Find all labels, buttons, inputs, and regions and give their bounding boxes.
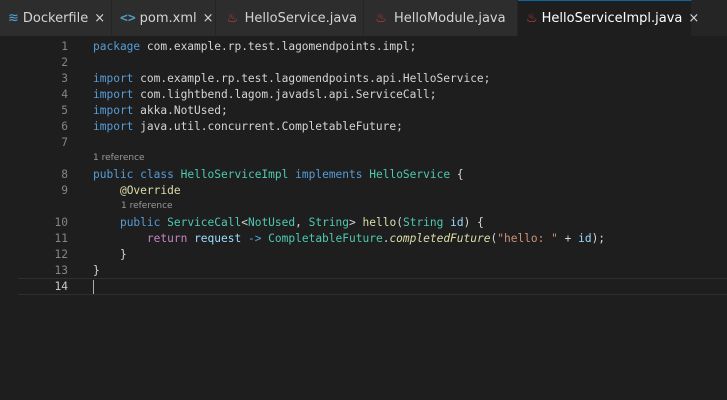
line-number: 4 bbox=[61, 88, 68, 101]
line-number: 6 bbox=[61, 120, 68, 133]
java-icon: ♨ bbox=[226, 10, 239, 26]
line-number: 5 bbox=[61, 104, 68, 117]
keyword: public bbox=[119, 216, 161, 229]
parameter: id bbox=[450, 216, 464, 229]
type-name: String bbox=[308, 216, 350, 229]
brace: { bbox=[450, 168, 464, 181]
tab-label: Dockerfile bbox=[22, 10, 89, 26]
code-line: 5 import akka.NotUsed; bbox=[0, 103, 727, 119]
code-line: 10 public ServiceCall<NotUsed, String> h… bbox=[0, 215, 727, 231]
tab-hello-service-impl-java[interactable]: ♨ HelloServiceImpl.java × bbox=[518, 0, 699, 36]
close-icon[interactable]: × bbox=[688, 11, 699, 26]
line-number: 10 bbox=[54, 216, 68, 229]
code-line: 12 } bbox=[0, 247, 727, 263]
line-number: 13 bbox=[54, 264, 68, 277]
text-cursor bbox=[93, 280, 94, 294]
punctuation: ); bbox=[591, 232, 606, 245]
line-number: 14 bbox=[54, 280, 68, 293]
line-number: 12 bbox=[54, 248, 68, 261]
tab-dockerfile[interactable]: ≋ Dockerfile × bbox=[0, 0, 112, 36]
editor-tab-bar: ≋ Dockerfile × <> pom.xml × ♨ HelloServi… bbox=[0, 0, 727, 36]
keyword: package bbox=[93, 40, 141, 53]
tab-hello-module-java[interactable]: ♨ HelloModule.java bbox=[364, 0, 518, 36]
xml-icon: <> bbox=[120, 10, 136, 26]
code-line: 6 import java.util.concurrent.Completabl… bbox=[0, 119, 727, 135]
line-number: 2 bbox=[61, 56, 68, 69]
current-line: 14 bbox=[18, 278, 727, 295]
brace: } bbox=[93, 264, 100, 277]
code-line: 8 public class HelloServiceImpl implemen… bbox=[0, 167, 727, 183]
type-name: ServiceCall bbox=[167, 216, 242, 229]
codelens-references[interactable]: 1 reference bbox=[93, 152, 145, 164]
variable: request bbox=[194, 232, 242, 245]
punctuation: ) { bbox=[463, 216, 484, 229]
tab-pom-xml[interactable]: <> pom.xml × bbox=[112, 0, 216, 36]
type-name: String bbox=[402, 216, 444, 229]
docker-icon: ≋ bbox=[8, 10, 19, 26]
keyword: import bbox=[93, 72, 134, 85]
package-name: com.example.rp.test.lagomendpoints.impl; bbox=[140, 40, 417, 53]
import-path: com.lightbend.lagom.javadsl.api.ServiceC… bbox=[133, 88, 437, 101]
operator: > bbox=[349, 216, 356, 229]
code-editor[interactable]: 1 package com.example.rp.test.lagomendpo… bbox=[0, 36, 727, 400]
string-literal: "hello: " bbox=[497, 232, 558, 245]
import-path: akka.NotUsed; bbox=[133, 104, 228, 117]
variable: id bbox=[578, 232, 592, 245]
line-number: 9 bbox=[61, 184, 68, 197]
keyword: implements bbox=[295, 168, 363, 181]
punctuation: , bbox=[295, 216, 309, 229]
code-line: 4 import com.lightbend.lagom.javadsl.api… bbox=[0, 87, 727, 103]
interface-name: HelloService bbox=[369, 168, 451, 181]
code-line: 2 bbox=[0, 55, 727, 71]
code-line: 11 return request -> CompletableFuture.c… bbox=[0, 231, 727, 247]
codelens-references[interactable]: 1 reference bbox=[121, 200, 173, 212]
code-line: 3 import com.example.rp.test.lagomendpoi… bbox=[0, 71, 727, 87]
type-name: NotUsed bbox=[247, 216, 296, 229]
method-name: completedFuture bbox=[389, 232, 491, 245]
import-path: com.example.rp.test.lagomendpoints.api.H… bbox=[133, 72, 491, 85]
tab-hello-service-java[interactable]: ♨ HelloService.java bbox=[216, 0, 364, 36]
line-number: 11 bbox=[54, 232, 68, 245]
annotation: @Override bbox=[119, 184, 181, 197]
java-icon: ♨ bbox=[526, 11, 538, 26]
line-number: 1 bbox=[61, 40, 68, 53]
class-name: HelloServiceImpl bbox=[180, 168, 289, 181]
operator: < bbox=[241, 216, 248, 229]
code-line: 9 @Override bbox=[0, 183, 727, 199]
tab-label: HelloServiceImpl.java bbox=[541, 11, 683, 26]
keyword: class bbox=[140, 168, 174, 181]
tab-label: HelloModule.java bbox=[394, 10, 506, 26]
java-icon: ♨ bbox=[375, 10, 387, 26]
tab-label: HelloService.java bbox=[244, 10, 357, 26]
method-name: hello bbox=[362, 216, 397, 229]
operator: + bbox=[557, 232, 579, 245]
code-line: 1 package com.example.rp.test.lagomendpo… bbox=[0, 39, 727, 55]
close-icon[interactable]: × bbox=[203, 11, 214, 26]
keyword: import bbox=[93, 104, 134, 117]
tab-label: pom.xml bbox=[139, 10, 197, 26]
keyword: return bbox=[146, 232, 188, 245]
line-number: 8 bbox=[61, 168, 68, 181]
line-number: 7 bbox=[61, 136, 68, 149]
line-number: 3 bbox=[61, 72, 68, 85]
keyword: import bbox=[93, 120, 134, 133]
brace: } bbox=[119, 248, 127, 261]
close-icon[interactable]: × bbox=[94, 11, 105, 26]
operator: -> bbox=[241, 232, 269, 245]
class-name: CompletableFuture bbox=[268, 232, 383, 245]
code-line: 13 } bbox=[0, 263, 727, 279]
code-line: 7 bbox=[0, 135, 727, 151]
keyword: import bbox=[93, 88, 134, 101]
punctuation: ( bbox=[396, 216, 403, 229]
import-path: java.util.concurrent.CompletableFuture; bbox=[133, 120, 403, 133]
keyword: public bbox=[93, 168, 134, 181]
